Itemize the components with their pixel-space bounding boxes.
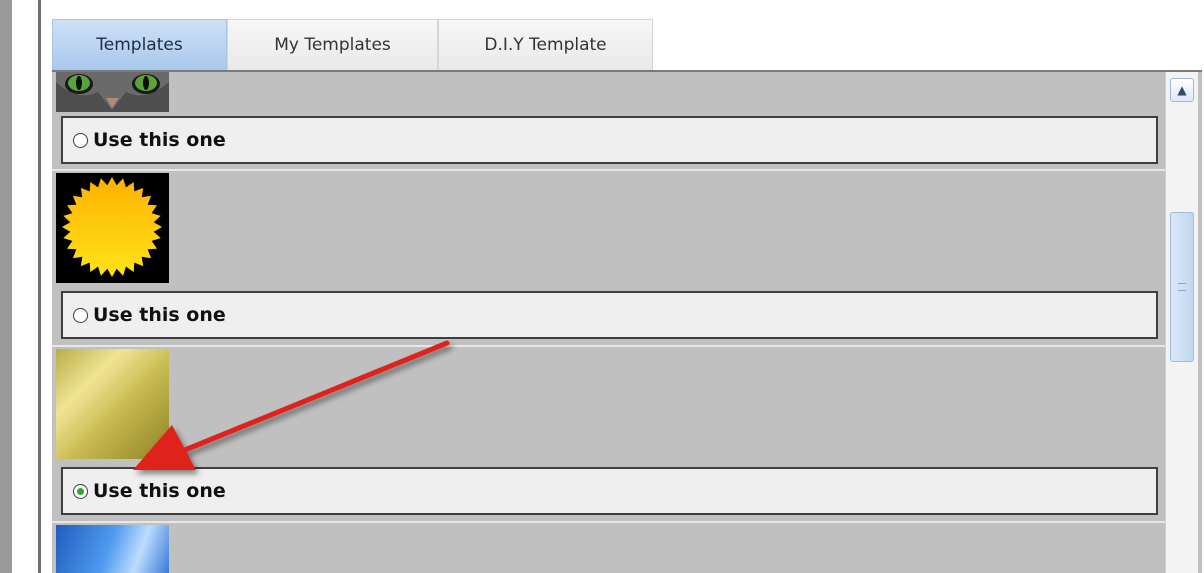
row-divider xyxy=(52,169,1165,171)
template-1-radio[interactable] xyxy=(73,132,88,148)
template-3-option-label: Use this one xyxy=(93,480,226,502)
template-3-option[interactable]: Use this one xyxy=(61,467,1158,515)
tab-bar: Templates My Templates D.I.Y Template xyxy=(52,19,653,70)
cat-eyes-thumbnail xyxy=(56,72,169,112)
row-divider xyxy=(52,521,1165,523)
template-list: Use this one Use this one Use this one xyxy=(52,72,1165,573)
template-3-radio[interactable] xyxy=(73,483,88,499)
template-2-option-label: Use this one xyxy=(93,304,226,326)
sun-burst-thumbnail xyxy=(56,173,169,283)
blue-wave-thumbnail xyxy=(56,525,169,573)
template-list-panel: Use this one Use this one Use this one ▲ xyxy=(52,70,1202,573)
tab-templates[interactable]: Templates xyxy=(52,19,227,70)
gold-gradient-thumbnail xyxy=(56,349,169,459)
template-1-option[interactable]: Use this one xyxy=(61,116,1158,164)
vertical-scrollbar[interactable]: ▲ xyxy=(1165,72,1198,573)
template-1-option-label: Use this one xyxy=(93,129,226,151)
scrollbar-thumb[interactable] xyxy=(1170,212,1194,362)
chevron-up-icon[interactable]: ▲ xyxy=(1170,78,1194,102)
tab-my-templates[interactable]: My Templates xyxy=(227,19,438,70)
left-border xyxy=(38,0,41,573)
tab-diy-template[interactable]: D.I.Y Template xyxy=(438,19,653,70)
template-2-option[interactable]: Use this one xyxy=(61,291,1158,339)
left-rail xyxy=(0,0,12,573)
scrollbar-grip xyxy=(1178,283,1186,291)
row-divider xyxy=(52,345,1165,347)
radio-selected-dot xyxy=(77,487,84,495)
template-2-radio[interactable] xyxy=(73,307,88,323)
